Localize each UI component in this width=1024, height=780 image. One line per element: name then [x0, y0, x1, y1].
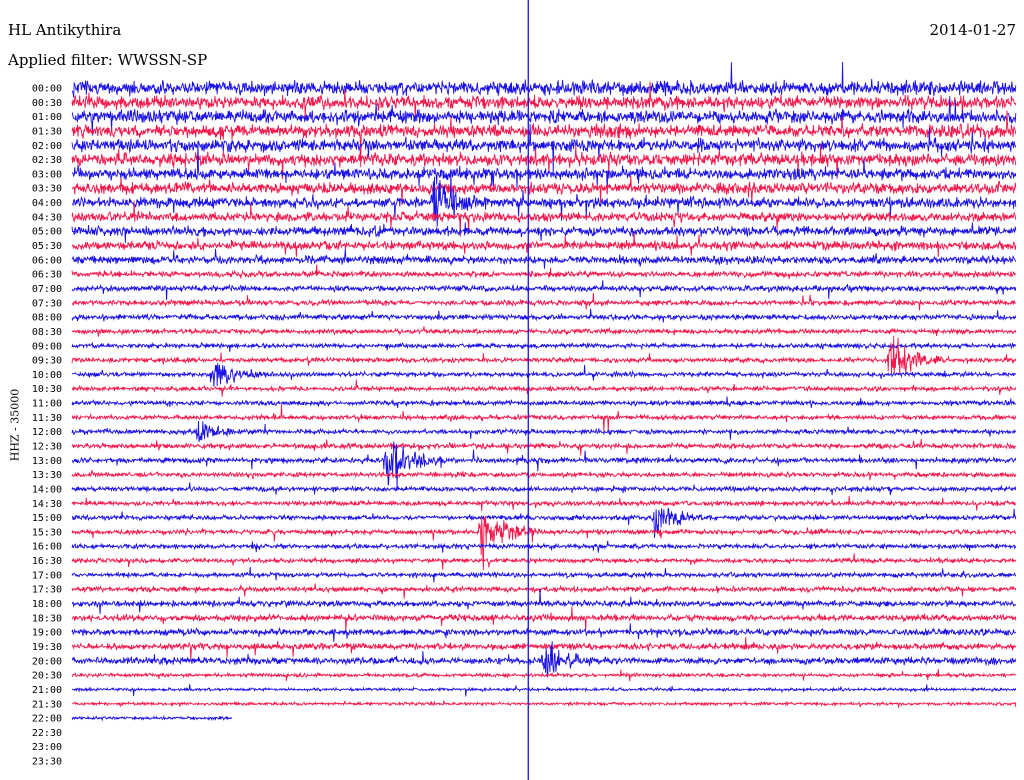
tick-label: 06:30 [32, 270, 62, 281]
tick-label: 05:00 [32, 227, 62, 238]
trace-row-05:00 [71, 222, 1017, 244]
time-tick-labels: 00:00 00:30 01:00 01:30 02:00 02:30 03:00 03:30… [32, 84, 62, 768]
trace-row-13:30 [71, 469, 1017, 481]
seismogram-plot: 00:00 00:30 01:00 01:30 02:00 02:30 03:00 03:30… [32, 0, 1017, 780]
tick-label: 04:30 [32, 212, 62, 223]
trace-row-12:00 [71, 420, 1017, 443]
trace-row-19:00 [71, 623, 1017, 642]
trace-row-21:30 [71, 700, 1017, 708]
tick-label: 10:30 [32, 384, 62, 395]
tick-label: 05:30 [32, 241, 62, 252]
tick-label: 21:00 [32, 685, 62, 696]
tick-label: 03:30 [32, 184, 62, 195]
tick-label: 08:30 [32, 327, 62, 338]
tick-label: 00:30 [32, 98, 62, 109]
tick-label: 02:00 [32, 141, 62, 152]
tick-label: 10:00 [32, 370, 62, 381]
trace-row-22:00 [71, 715, 233, 722]
trace-row-18:30 [71, 606, 1017, 631]
tick-label: 07:30 [32, 298, 62, 309]
tick-label: 17:30 [32, 585, 62, 596]
tick-label: 19:00 [32, 628, 62, 639]
trace-row-07:30 [71, 292, 1017, 311]
tick-label: 22:00 [32, 714, 62, 725]
tick-label: 11:30 [32, 413, 62, 424]
tick-label: 22:30 [32, 728, 62, 739]
trace-row-19:30 [71, 637, 1017, 662]
tick-label: 11:00 [32, 399, 62, 410]
tick-label: 03:00 [32, 169, 62, 180]
tick-label: 23:30 [32, 757, 62, 768]
tick-label: 08:00 [32, 313, 62, 324]
tick-label: 19:30 [32, 642, 62, 653]
tick-label: 20:00 [32, 656, 62, 667]
trace-row-11:00 [71, 396, 1017, 408]
trace-row-18:00 [71, 588, 1017, 615]
tick-label: 21:30 [32, 699, 62, 710]
tick-label: 12:00 [32, 427, 62, 438]
tick-label: 04:00 [32, 198, 62, 209]
trace-row-03:30 [71, 175, 1017, 206]
trace-row-11:30 [71, 404, 1017, 433]
tick-label: 18:00 [32, 599, 62, 610]
trace-row-16:00 [71, 540, 1017, 553]
trace-row-20:30 [71, 669, 1017, 682]
tick-label: 01:00 [32, 112, 62, 123]
trace-row-14:30 [71, 495, 1017, 512]
tick-label: 09:00 [32, 341, 62, 352]
trace-row-08:00 [71, 308, 1017, 323]
tick-label: 17:00 [32, 570, 62, 581]
trace-row-21:00 [71, 684, 1017, 697]
trace-row-14:00 [71, 482, 1017, 496]
tick-label: 06:00 [32, 255, 62, 266]
trace-row-06:00 [71, 248, 1017, 269]
tick-label: 01:30 [32, 126, 62, 137]
tick-label: 20:30 [32, 671, 62, 682]
trace-row-13:00 [71, 441, 1017, 490]
tick-label: 16:30 [32, 556, 62, 567]
trace-row-17:00 [71, 567, 1017, 583]
tick-label: 02:30 [32, 155, 62, 166]
tick-label: 13:00 [32, 456, 62, 467]
tick-label: 16:00 [32, 542, 62, 553]
tick-label: 13:30 [32, 470, 62, 481]
trace-row-05:30 [71, 232, 1017, 257]
tick-label: 18:30 [32, 613, 62, 624]
tick-label: 00:00 [32, 84, 62, 95]
tick-label: 14:00 [32, 484, 62, 495]
seismogram-traces [71, 62, 1017, 722]
tick-label: 15:30 [32, 527, 62, 538]
trace-row-10:00 [71, 362, 1017, 387]
trace-row-12:30 [71, 438, 1017, 456]
trace-row-08:30 [71, 326, 1017, 337]
trace-row-09:00 [71, 341, 1017, 353]
trace-row-00:00 [71, 62, 1017, 98]
trace-row-17:30 [71, 583, 1017, 599]
tick-label: 07:00 [32, 284, 62, 295]
tick-label: 09:30 [32, 356, 62, 367]
tick-label: 15:00 [32, 513, 62, 524]
trace-row-16:30 [71, 553, 1017, 570]
trace-row-09:30 [71, 335, 1017, 375]
tick-label: 23:00 [32, 742, 62, 753]
tick-label: 14:30 [32, 499, 62, 510]
trace-row-07:00 [71, 280, 1017, 300]
tick-label: 12:30 [32, 442, 62, 453]
